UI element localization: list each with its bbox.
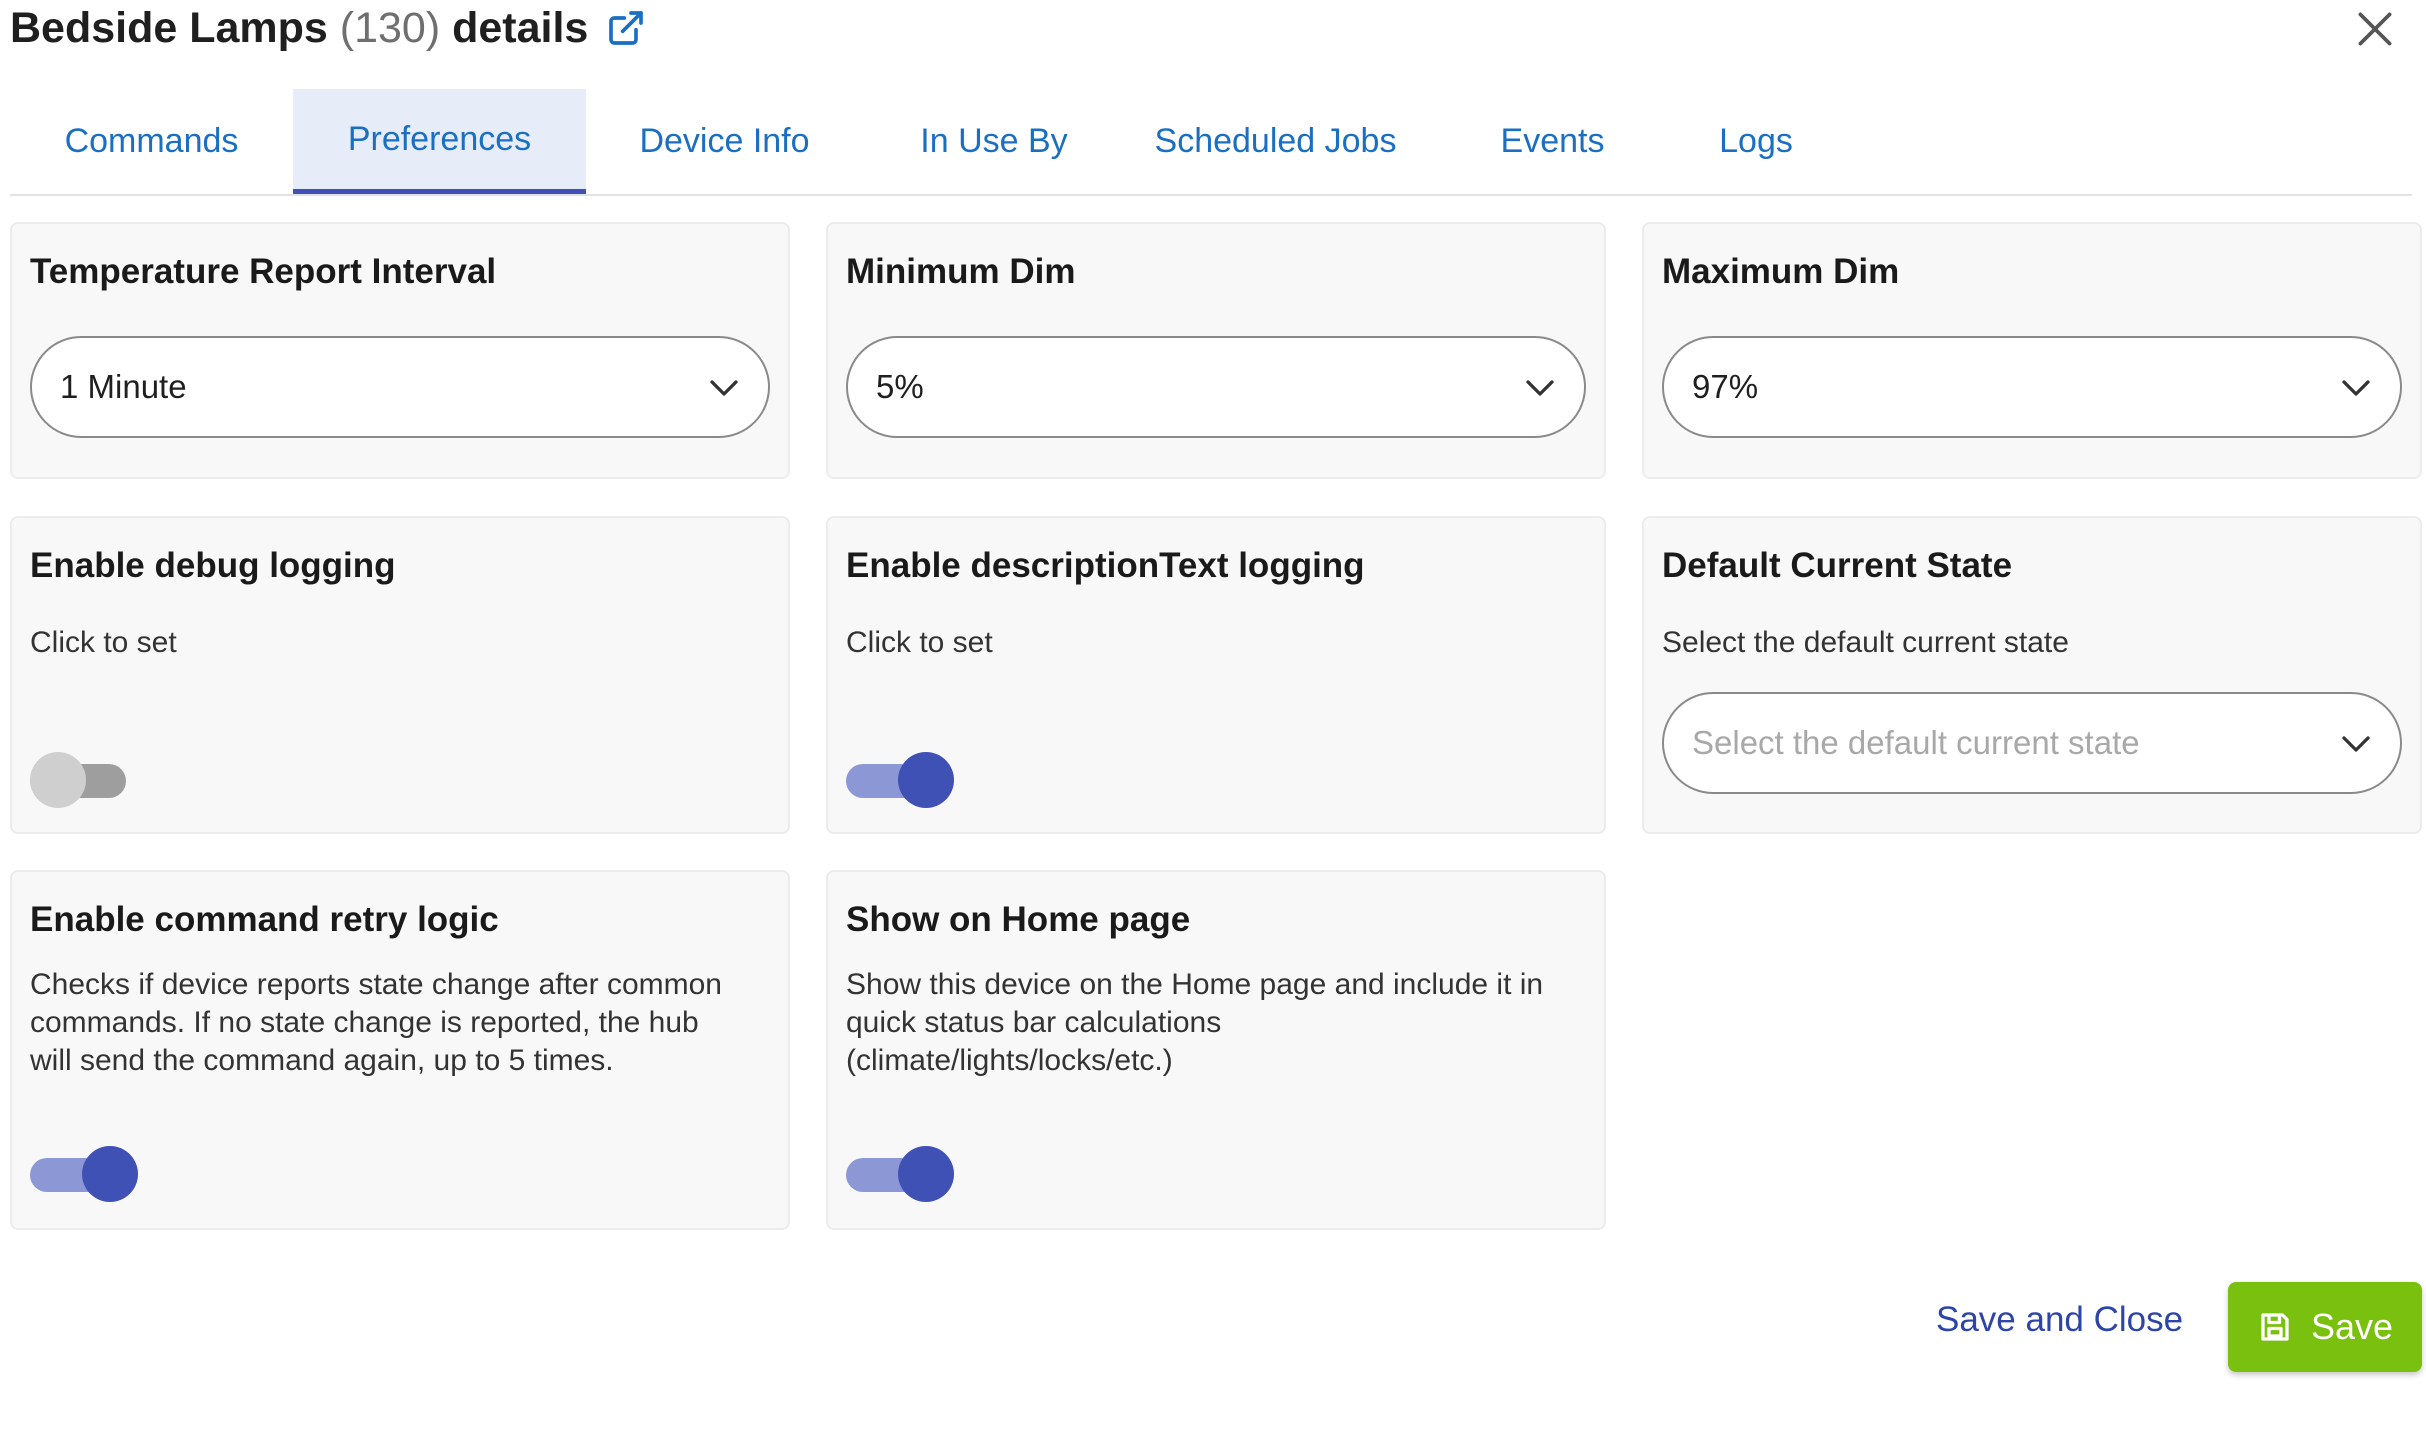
select-placeholder: Select the default current state <box>1692 724 2140 761</box>
show-on-home-toggle[interactable] <box>846 1146 954 1202</box>
chevron-down-icon <box>710 380 738 396</box>
external-link-icon[interactable] <box>606 8 646 48</box>
toggle-thumb <box>898 1146 954 1202</box>
minimum-dim-select[interactable]: 5% <box>846 336 1586 438</box>
chevron-down-icon <box>2342 380 2370 396</box>
chevron-down-icon <box>1526 380 1554 396</box>
description-text-logging-toggle[interactable] <box>846 752 954 808</box>
command-retry-toggle[interactable] <box>30 1146 138 1202</box>
title-suffix: details <box>452 3 589 52</box>
toggle-thumb <box>898 752 954 808</box>
pref-description: Checks if device reports state change af… <box>30 968 722 1077</box>
pref-description: Click to set <box>846 626 993 659</box>
pref-title: Enable debug logging <box>30 546 396 585</box>
pref-card-minimum-dim: Minimum Dim 5% <box>826 222 1606 479</box>
tab-in-use-by[interactable]: In Use By <box>863 89 1125 194</box>
save-label: Save <box>2310 1306 2394 1347</box>
save-button[interactable]: Save <box>2228 1282 2422 1372</box>
tab-scheduled-jobs[interactable]: Scheduled Jobs <box>1125 89 1426 194</box>
default-current-state-select[interactable]: Select the default current state <box>1662 692 2402 794</box>
toggle-thumb <box>82 1146 138 1202</box>
pref-description: Click to set <box>30 626 177 659</box>
dialog-header: Bedside Lamps (130) details <box>10 0 646 56</box>
tab-preferences[interactable]: Preferences <box>293 89 586 194</box>
pref-description: Select the default current state <box>1662 626 2069 659</box>
temperature-interval-select[interactable]: 1 Minute <box>30 336 770 438</box>
pref-title: Minimum Dim <box>846 252 1076 291</box>
tab-logs[interactable]: Logs <box>1679 89 1833 194</box>
pref-title: Maximum Dim <box>1662 252 1900 291</box>
pref-title: Enable descriptionText logging <box>846 546 1365 585</box>
pref-title: Default Current State <box>1662 546 2013 585</box>
pref-title: Enable command retry logic <box>30 900 499 939</box>
tab-commands[interactable]: Commands <box>10 89 293 194</box>
select-value: 5% <box>876 368 924 405</box>
pref-card-description-text-logging: Enable descriptionText logging Click to … <box>826 516 1606 834</box>
save-icon <box>2261 1313 2289 1341</box>
pref-card-command-retry: Enable command retry logic Checks if dev… <box>10 870 790 1230</box>
pref-description: Show this device on the Home page and in… <box>846 968 1544 1077</box>
pref-card-maximum-dim: Maximum Dim 97% <box>1642 222 2422 479</box>
close-icon[interactable] <box>2350 4 2400 54</box>
page-title: Bedside Lamps (130) details <box>10 4 588 53</box>
maximum-dim-select[interactable]: 97% <box>1662 336 2402 438</box>
select-value: 1 Minute <box>60 368 187 405</box>
toggle-thumb <box>30 752 86 808</box>
pref-card-temperature-report-interval: Temperature Report Interval 1 Minute <box>10 222 790 479</box>
tab-bar: Commands Preferences Device Info In Use … <box>10 89 2412 196</box>
chevron-down-icon <box>2342 736 2370 752</box>
pref-card-debug-logging: Enable debug logging Click to set <box>10 516 790 834</box>
save-and-close-button[interactable]: Save and Close <box>1936 1300 2183 1340</box>
pref-card-show-on-home: Show on Home page Show this device on th… <box>826 870 1606 1230</box>
pref-title: Show on Home page <box>846 900 1191 939</box>
tab-events[interactable]: Events <box>1426 89 1679 194</box>
pref-card-default-current-state: Default Current State Select the default… <box>1642 516 2422 834</box>
debug-logging-toggle[interactable] <box>30 752 134 808</box>
device-id: (130) <box>339 3 441 52</box>
select-value: 97% <box>1692 368 1759 405</box>
pref-title: Temperature Report Interval <box>30 252 497 291</box>
device-name: Bedside Lamps <box>10 3 328 52</box>
tab-device-info[interactable]: Device Info <box>586 89 863 194</box>
